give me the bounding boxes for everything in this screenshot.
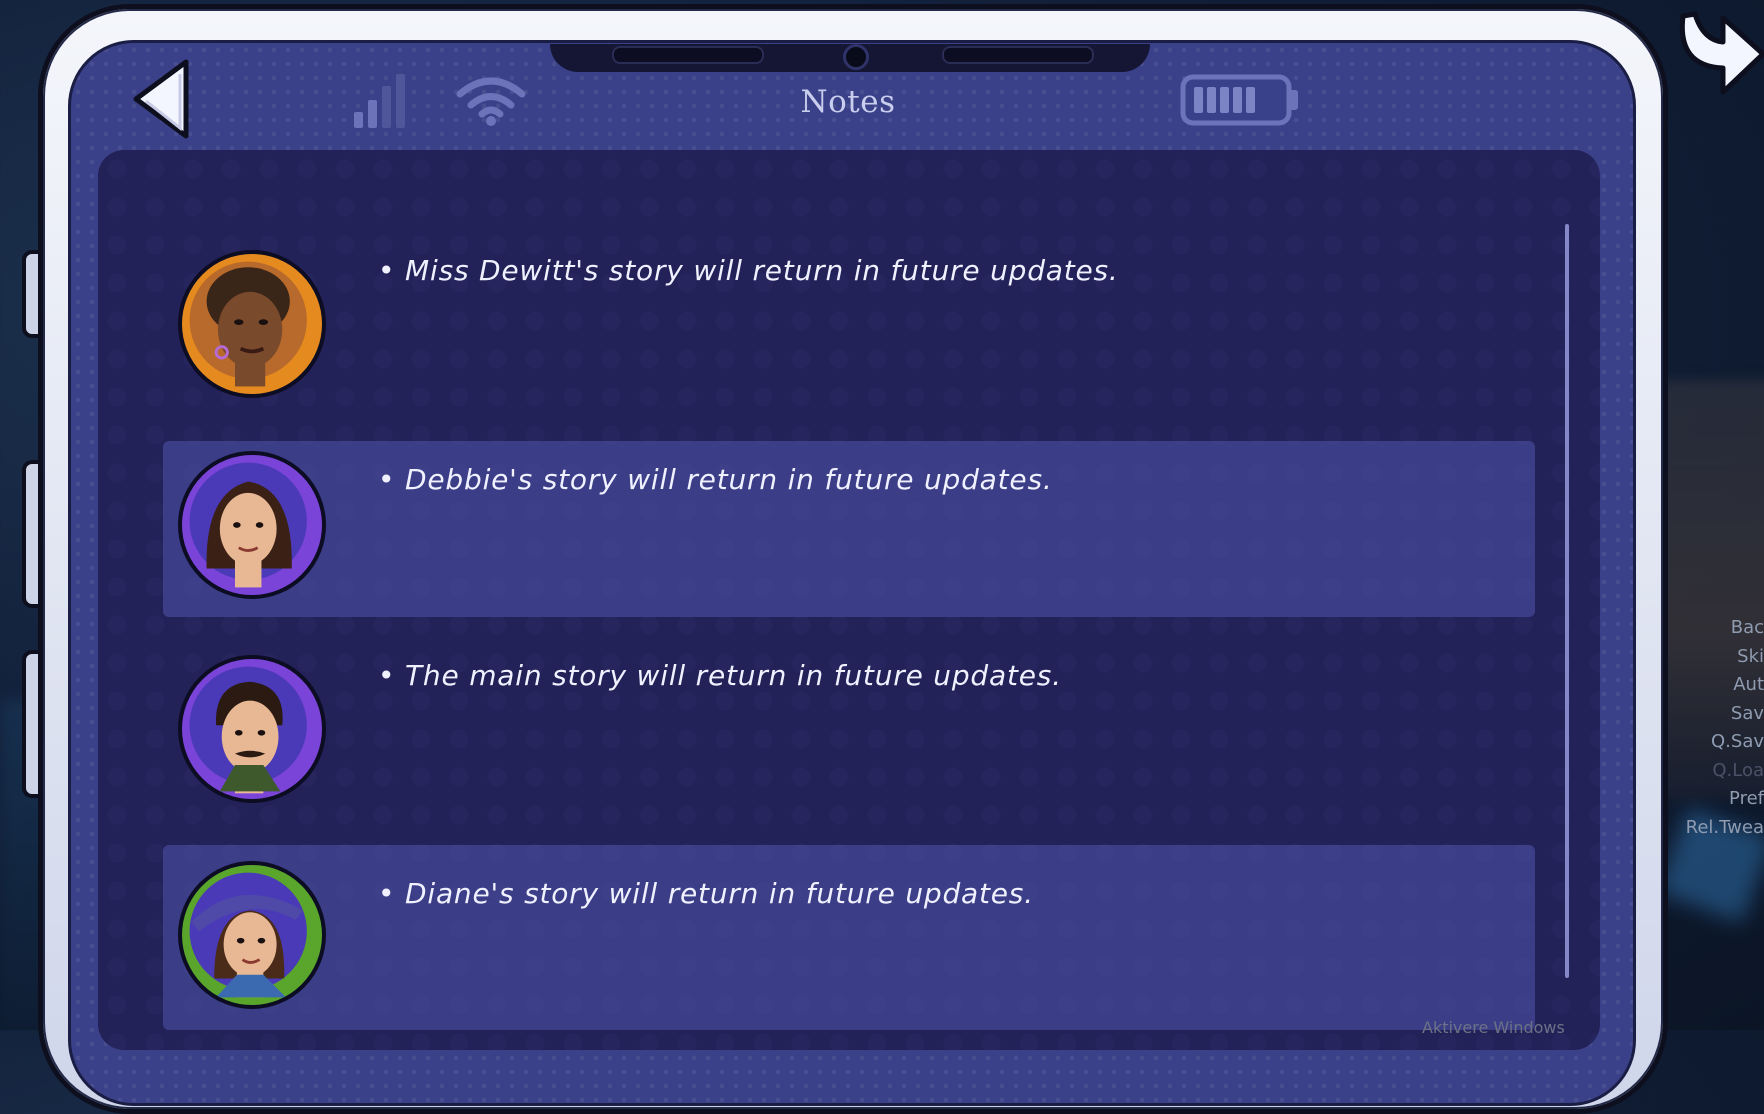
note-item: Debbie's story will return in future upd… [163, 441, 1535, 617]
windows-activation-watermark: Aktivere Windows [1422, 1018, 1565, 1037]
speaker-grille [612, 46, 764, 64]
avatar-miss-dewitt [178, 250, 326, 398]
avatar-diane [178, 861, 326, 1009]
speaker-grille [942, 46, 1094, 64]
note-text: Miss Dewitt's story will return in futur… [378, 254, 1119, 287]
camera-icon [843, 44, 869, 70]
scrollbar[interactable] [1565, 224, 1569, 978]
quick-menu-save[interactable]: Sav [1654, 700, 1764, 729]
avatar-debbie [178, 451, 326, 599]
avatar-main-character [178, 655, 326, 803]
note-text: The main story will return in future upd… [378, 659, 1062, 692]
screen-title: Notes [800, 84, 896, 120]
note-text: Debbie's story will return in future upd… [378, 463, 1053, 496]
wifi-icon [456, 77, 526, 126]
note-item: The main story will return in future upd… [163, 655, 1535, 843]
quick-menu-quick-load[interactable]: Q.Loa [1654, 757, 1764, 786]
quick-menu-preferences[interactable]: Pref [1654, 785, 1764, 814]
note-item: Diane's story will return in future upda… [163, 845, 1535, 1030]
note-text: Diane's story will return in future upda… [378, 877, 1034, 910]
back-arrow-icon[interactable] [130, 58, 192, 140]
quick-menu-skip[interactable]: Ski [1654, 643, 1764, 672]
battery-icon [1180, 74, 1298, 126]
signal-icon [354, 74, 405, 128]
quick-menu-rel-tweaks[interactable]: Rel.Twea [1654, 814, 1764, 843]
quick-menu: Bac Ski Aut Sav Q.Sav Q.Loa Pref Rel.Twe… [1654, 614, 1764, 842]
redo-arrow-icon[interactable] [1675, 6, 1764, 98]
quick-menu-quick-save[interactable]: Q.Sav [1654, 728, 1764, 757]
quick-menu-back[interactable]: Bac [1654, 614, 1764, 643]
note-item: Miss Dewitt's story will return in futur… [163, 250, 1535, 438]
quick-menu-auto[interactable]: Aut [1654, 671, 1764, 700]
